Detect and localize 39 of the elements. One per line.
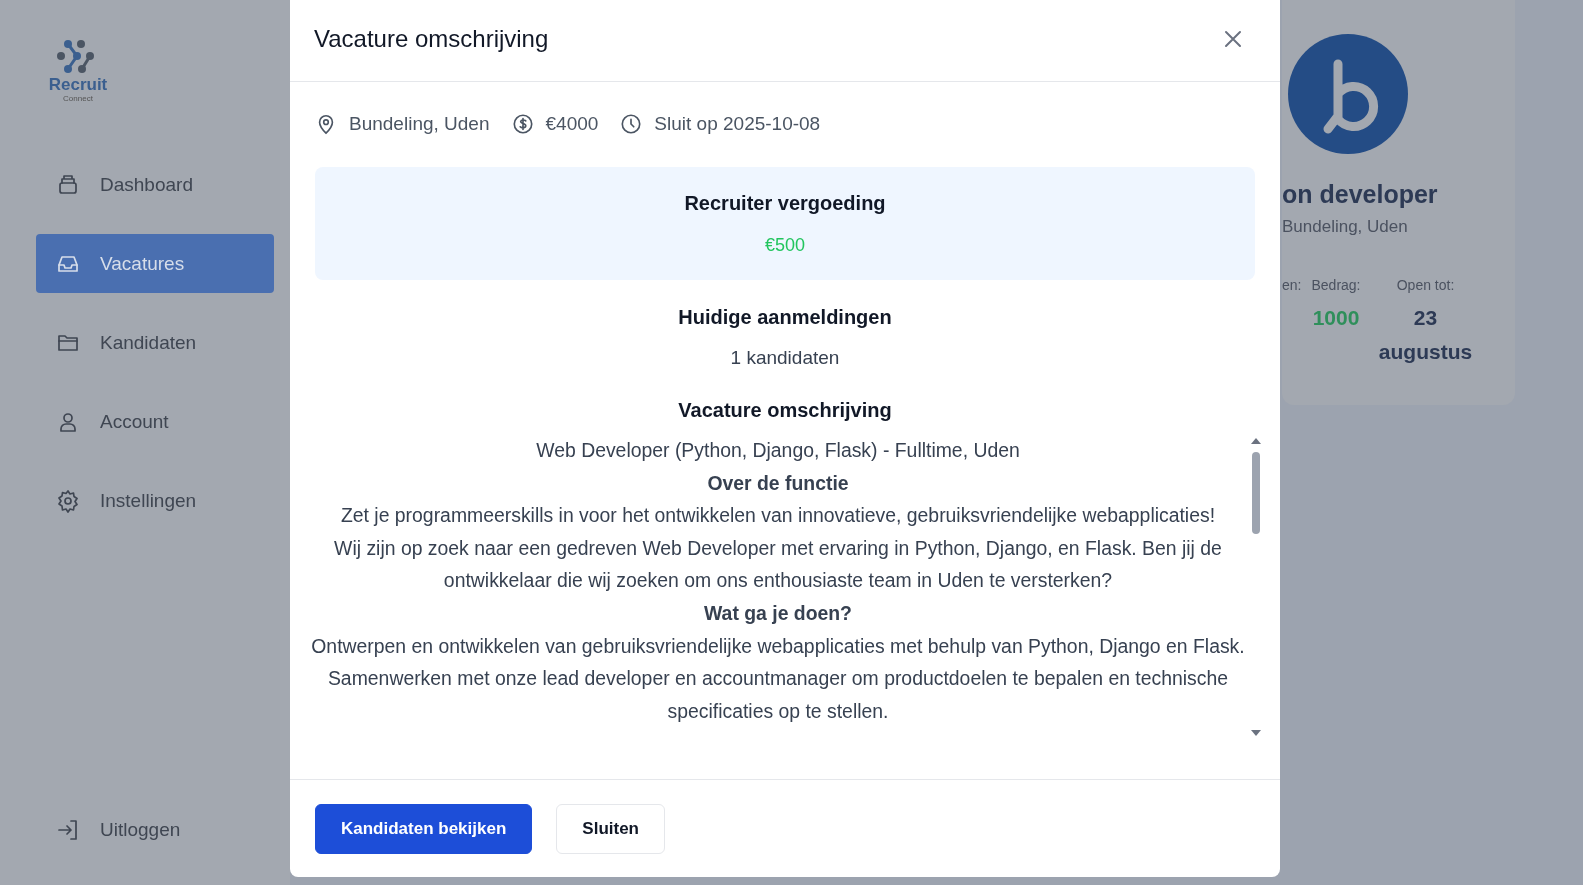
application-count: 1 kandidaten: [729, 347, 841, 369]
nav-item[interactable]: Kandidaten: [36, 313, 274, 372]
meta-text: €4000: [545, 113, 599, 135]
description-paragraph: Samenwerken met onze lead developer en accountmanager om productdoelen te bepalen en technische specificaties op te stellen.: [326, 666, 1230, 724]
section-heading: Vacature omschrijving: [677, 399, 893, 422]
logout-link[interactable]: Uitloggen: [36, 800, 274, 859]
stat-label: Bedrag:: [1311, 277, 1361, 293]
meta-text: Sluit op 2025-10-08: [654, 113, 821, 135]
stat-label: en:: [1282, 277, 1302, 293]
close-button[interactable]: Sluiten: [556, 803, 665, 854]
fee-amount: €500: [764, 234, 805, 256]
description-heading: Wat ga je doen?: [703, 600, 853, 626]
nav-item[interactable]: Dashboard: [36, 155, 274, 214]
stat-label: Open tot:: [1396, 277, 1455, 293]
view-candidates-button[interactable]: Kandidaten bekijken: [315, 803, 533, 854]
fee-label: Recruiter vergoeding: [684, 191, 886, 215]
description-paragraph: Zet je programmeerskills in voor het ontwikkelen van innovatieve, gebruiksvriendelijke webapplicaties!: [339, 503, 1217, 529]
meta-text: Bundeling, Uden: [349, 113, 490, 135]
nav-item[interactable]: Vacatures: [36, 234, 274, 293]
settings-icon: [56, 488, 80, 513]
modal-title: Vacature omschrijving: [314, 24, 549, 53]
description-paragraph: Ontwerpen en ontwikkelen van gebruiksvriendelijke webapplicaties met behulp van Python, Django en Flask.: [310, 633, 1246, 659]
nav-item[interactable]: Instellingen: [36, 471, 274, 530]
logo-tagline: Connect: [63, 94, 93, 103]
stat-value: 1000: [1312, 305, 1360, 331]
logo-name: Recruit: [48, 76, 108, 94]
clock-icon: [620, 113, 643, 135]
section-heading: Huidige aanmeldingen: [677, 306, 893, 329]
description-paragraph: Wij zijn op zoek naar een gedreven Web Developer met ervaring in Python, Django, en Flask. Ben jij de ontwikkelaar die wij zoeken om ons enthousiaste team in Uden te versterken?: [333, 535, 1223, 594]
description-paragraph: Web Developer (Python, Django, Flask) - Fulltime, Uden: [535, 438, 1021, 463]
job-title: on developer: [1282, 180, 1439, 209]
description-heading: Over de functie: [706, 470, 850, 496]
job-location: Bundeling, Uden: [1282, 217, 1409, 237]
nav-item[interactable]: Account: [36, 392, 274, 451]
dollar-icon: [511, 113, 534, 135]
box-icon: [56, 172, 80, 197]
stat-value: 23 augustus: [1377, 305, 1474, 365]
close-icon[interactable]: [1224, 29, 1242, 48]
logout-icon: [56, 817, 80, 842]
